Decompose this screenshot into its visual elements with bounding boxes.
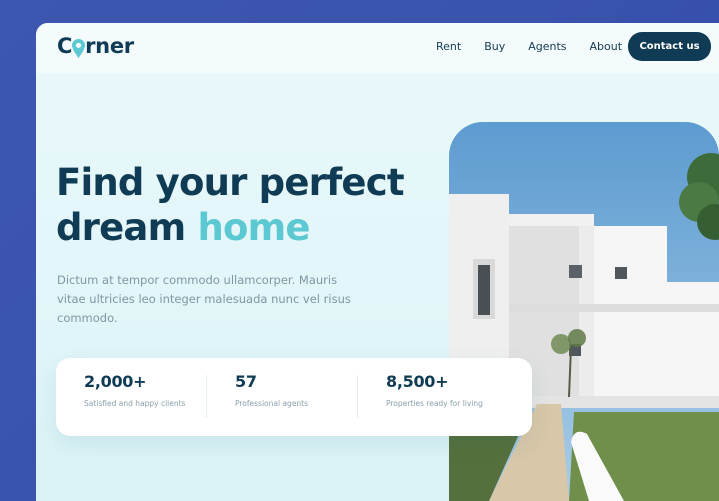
house-illustration <box>449 122 719 501</box>
hero-title: Find your perfect dream home <box>56 160 416 250</box>
stats-card: 2,000+ Satisfied and happy clients 57 Pr… <box>56 358 532 436</box>
nav-links: Rent Buy Agents About <box>436 40 645 53</box>
map-pin-icon <box>72 39 86 58</box>
logo-letter-c: C <box>57 34 73 58</box>
nav-link-agents[interactable]: Agents <box>528 40 566 53</box>
stat-clients: 2,000+ Satisfied and happy clients <box>56 358 207 436</box>
hero-title-line1: Find your perfect <box>56 161 405 204</box>
stat-label: Professional agents <box>235 399 309 408</box>
contact-us-button[interactable]: Contact us <box>628 32 711 61</box>
stat-properties: 8,500+ Properties ready for living <box>358 358 509 436</box>
house-photo <box>449 122 719 501</box>
stat-value: 57 <box>235 372 257 391</box>
stat-label: Satisfied and happy clients <box>84 399 186 408</box>
app-window: C rner Rent Buy Agents About Contact us … <box>36 23 719 501</box>
nav-link-buy[interactable]: Buy <box>484 40 505 53</box>
nav-link-rent[interactable]: Rent <box>436 40 461 53</box>
stat-value: 2,000+ <box>84 372 147 391</box>
stat-label: Properties ready for living <box>386 399 483 408</box>
brand-logo[interactable]: C rner <box>57 34 134 58</box>
stat-agents: 57 Professional agents <box>207 358 358 436</box>
hero-title-dream: dream <box>56 206 186 249</box>
top-navbar: C rner Rent Buy Agents About Contact us <box>36 23 719 73</box>
nav-link-about[interactable]: About <box>590 40 623 53</box>
hero-description: Dictum at tempor commodo ullamcorper. Ma… <box>57 273 351 325</box>
stat-value: 8,500+ <box>386 372 449 391</box>
hero-title-home: home <box>197 206 310 249</box>
logo-letters-rner: rner <box>85 34 134 58</box>
